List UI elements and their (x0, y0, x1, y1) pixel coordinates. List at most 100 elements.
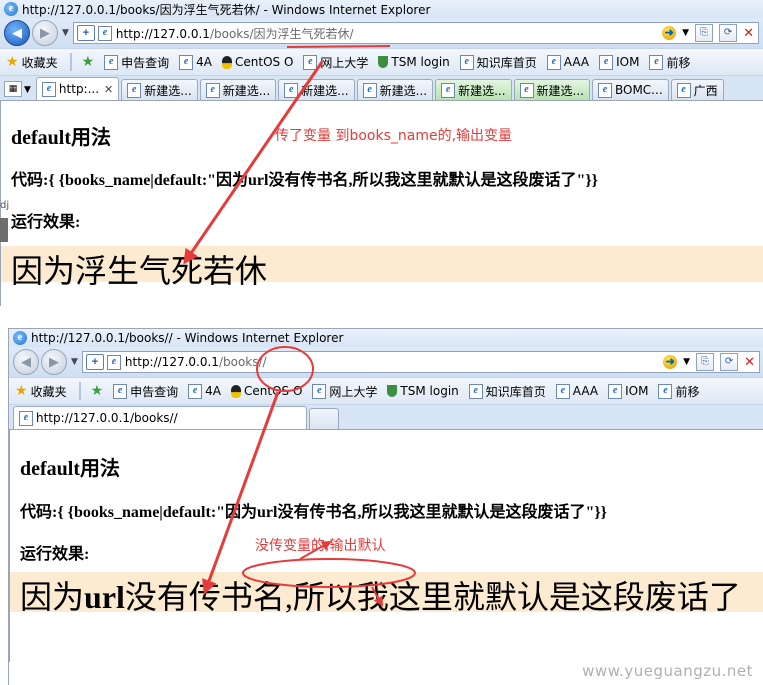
favorite-link[interactable]: e 前移 (649, 54, 690, 71)
address-url[interactable]: http://127.0.0.1/books// (125, 355, 267, 369)
address-row: ◀ ▶ ▼ + e http://127.0.0.1/books/因为浮生气死若… (0, 18, 763, 48)
annotation-passed-variable: 传了变量 到books_name的,输出变量 (275, 128, 513, 144)
favorite-link[interactable]: e IOM (599, 54, 639, 70)
tab[interactable]: e 新建选... (513, 79, 590, 100)
go-icon[interactable]: ➜ (662, 26, 677, 40)
quick-tabs-icon[interactable]: ▦ (4, 81, 22, 97)
stop-icon[interactable]: ✕ (743, 26, 754, 41)
ie-logo-icon: e (13, 331, 27, 345)
favorite-link[interactable]: e 网上大学 (312, 383, 377, 400)
stop-icon[interactable]: ✕ (744, 355, 755, 370)
favorite-link[interactable]: e 4A (179, 54, 212, 70)
window-titlebar: e http://127.0.0.1/books/因为浮生气死若休/ - Win… (0, 0, 763, 18)
security-shield-icon[interactable]: + (76, 25, 95, 41)
refresh-icon[interactable]: ⟳ (719, 24, 738, 42)
top-ie-window: e http://127.0.0.1/books/因为浮生气死若休/ - Win… (0, 0, 763, 326)
add-favorite-icon[interactable]: ★ (82, 54, 95, 70)
shield-icon (378, 56, 389, 68)
add-favorite-icon[interactable]: ★ (91, 383, 104, 399)
favorite-link[interactable]: TSM login (387, 384, 459, 398)
address-dropdown-icon[interactable]: ▼ (682, 28, 689, 38)
favorite-link[interactable]: e 申告查询 (104, 54, 169, 71)
refresh-icon[interactable]: ⟳ (720, 353, 739, 371)
history-dropdown-icon[interactable]: ▼ (62, 28, 69, 38)
tab[interactable]: e 新建选... (121, 79, 198, 100)
page-icon: e (597, 82, 612, 98)
page-icon: e (312, 383, 327, 399)
page-icon: e (649, 54, 664, 70)
favorite-link[interactable]: CentOS O (222, 55, 293, 69)
favorite-link[interactable]: e 前移 (658, 383, 699, 400)
annotation-default-output: 没传变量的,输出默认 (255, 538, 386, 554)
bottom-ie-window: e http://127.0.0.1/books// - Windows Int… (8, 328, 763, 685)
tab-current[interactable]: e http:... ✕ (35, 77, 120, 100)
star-icon: ★ (15, 383, 28, 399)
penguin-icon (231, 384, 241, 398)
tab-list-dropdown-icon[interactable]: ▼ (24, 85, 31, 95)
close-tab-icon[interactable]: ✕ (104, 83, 113, 96)
tab[interactable]: e 新建选... (435, 79, 512, 100)
tab[interactable]: e BOMC... (591, 79, 669, 100)
favorite-link[interactable]: e 4A (188, 383, 221, 399)
address-bar[interactable]: + e http://127.0.0.1/books// ➜ ▼ ⎘ ⟳ ✕ (81, 351, 760, 373)
address-url[interactable]: http://127.0.0.1/books/因为浮生气死若休/ (116, 25, 354, 42)
tab[interactable]: e 新建选... (278, 79, 355, 100)
favorites-button[interactable]: ★ 收藏夹 (15, 383, 67, 400)
history-dropdown-icon[interactable]: ▼ (71, 357, 78, 367)
security-shield-icon[interactable]: + (85, 354, 104, 370)
page-icon: e (658, 383, 673, 399)
page-icon: e (303, 54, 318, 70)
favorite-link[interactable]: e 网上大学 (303, 54, 368, 71)
url-path: /books// (218, 355, 267, 369)
page-icon: e (205, 82, 220, 98)
page-icon: e (106, 354, 121, 370)
page-icon: e (284, 82, 299, 98)
forward-button[interactable]: ▶ (41, 349, 67, 375)
window-title: http://127.0.0.1/books// - Windows Inter… (31, 331, 344, 345)
tab[interactable]: e 新建选... (199, 79, 277, 100)
favorite-link[interactable]: TSM login (378, 55, 450, 69)
back-button[interactable]: ◀ (4, 20, 30, 46)
forward-button[interactable]: ▶ (32, 20, 58, 46)
window-title: http://127.0.0.1/books/因为浮生气死若休/ - Windo… (22, 2, 431, 17)
page-heading: default用法 (20, 458, 120, 480)
favorite-link[interactable]: CentOS O (231, 384, 302, 398)
shield-icon (387, 385, 398, 397)
tab[interactable]: e 广西 (670, 79, 724, 100)
favorite-link[interactable]: e AAA (555, 383, 598, 399)
separator (78, 382, 81, 400)
new-tab-button[interactable] (309, 408, 339, 429)
favorite-link[interactable]: e IOM (608, 383, 648, 399)
address-dropdown-icon[interactable]: ▼ (683, 357, 690, 367)
run-result-label: 运行效果: (20, 546, 90, 563)
page-icon: e (676, 82, 691, 98)
favorite-link[interactable]: e 申告查询 (113, 383, 178, 400)
page-icon: e (127, 82, 142, 98)
favorites-bar: ★ 收藏夹 ★ e 申告查询 e 4A CentOS O e 网上大学 TSM logi… (9, 377, 763, 404)
page-icon: e (468, 383, 483, 399)
compatibility-view-icon[interactable]: ⎘ (695, 24, 714, 42)
page-icon: e (97, 25, 112, 41)
compatibility-view-icon[interactable]: ⎘ (696, 353, 715, 371)
page-icon: e (519, 82, 534, 98)
favorite-link[interactable]: e AAA (546, 54, 589, 70)
address-bar[interactable]: + e http://127.0.0.1/books/因为浮生气死若休/ ➜ ▼… (72, 22, 759, 44)
favorite-link[interactable]: e 知识库首页 (468, 383, 546, 400)
page-heading: default用法 (11, 127, 111, 149)
page-icon: e (179, 54, 194, 70)
star-icon: ★ (6, 54, 19, 70)
address-row: ◀ ▶ ▼ + e http://127.0.0.1/books// ➜ ▼ ⎘… (9, 347, 763, 377)
run-result-label: 运行效果: (11, 214, 81, 231)
page-icon: e (362, 82, 377, 98)
go-icon[interactable]: ➜ (663, 355, 678, 369)
back-button[interactable]: ◀ (13, 349, 39, 375)
tab-current[interactable]: e http://127.0.0.1/books// (13, 406, 307, 429)
favorites-bar: ★ 收藏夹 ★ e 申告查询 e 4A CentOS O e 网上大学 TSM logi… (0, 48, 763, 75)
page-icon: e (459, 54, 474, 70)
url-host: http://127.0.0.1 (124, 355, 219, 369)
favorites-button[interactable]: ★ 收藏夹 (6, 54, 58, 71)
favorite-link[interactable]: e 知识库首页 (459, 54, 537, 71)
tab[interactable]: e 新建选... (356, 79, 434, 100)
url-host: http://127.0.0.1 (115, 26, 210, 41)
page-icon: e (599, 54, 614, 70)
